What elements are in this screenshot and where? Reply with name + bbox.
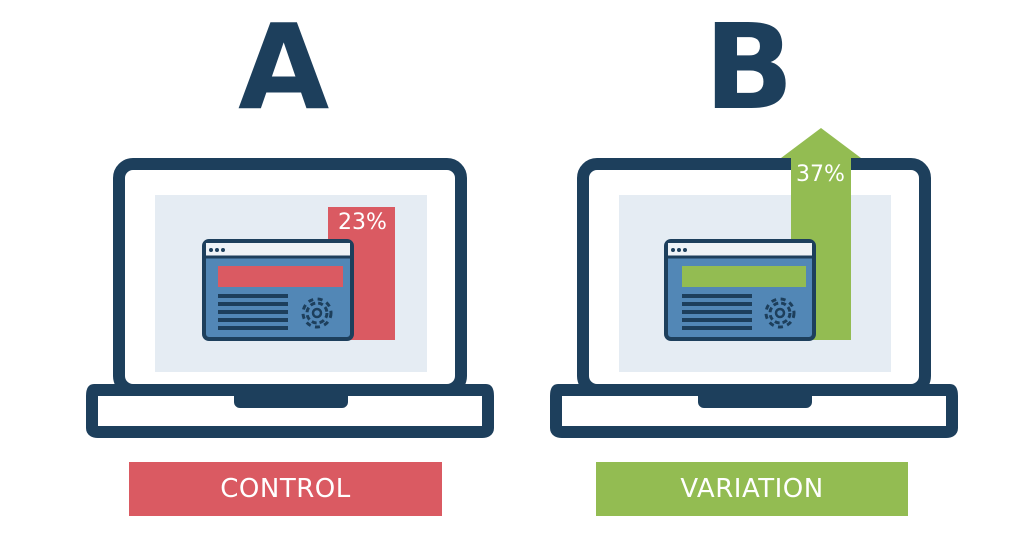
laptop-b-base: [550, 384, 958, 438]
hero-block-a: [218, 266, 343, 287]
value-label-b: 37%: [796, 162, 845, 187]
laptop-a: [86, 158, 494, 438]
browser-window-b: [664, 239, 816, 341]
control-label: CONTROL: [129, 462, 442, 516]
value-label-a: 23%: [338, 210, 387, 235]
hero-block-b: [682, 266, 806, 287]
browser-window-a: [202, 239, 354, 341]
laptop-b: [550, 128, 958, 438]
variation-label: VARIATION: [596, 462, 908, 516]
laptop-a-base: [86, 384, 494, 438]
